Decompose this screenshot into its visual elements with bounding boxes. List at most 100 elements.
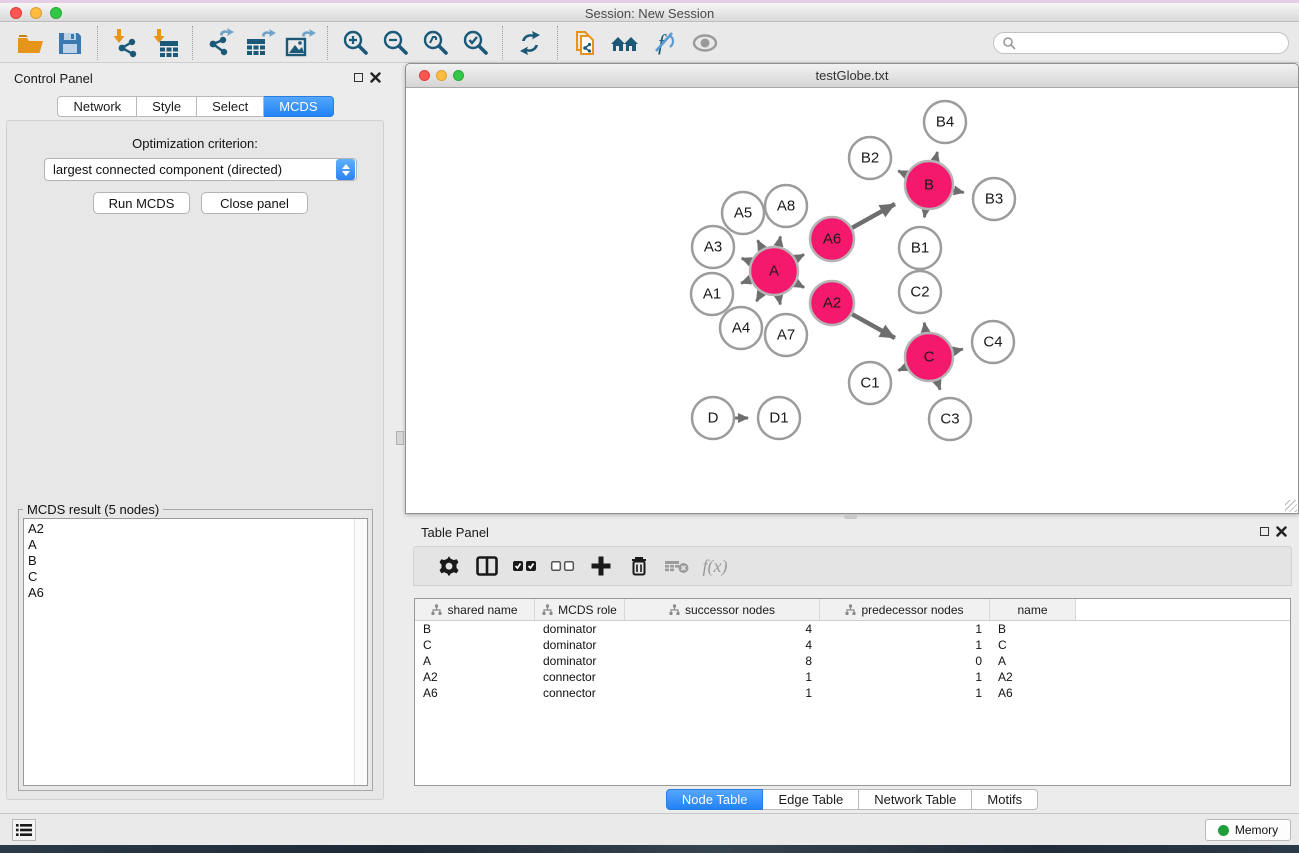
run-mcds-button[interactable]: Run MCDS xyxy=(93,192,190,214)
close-panel-icon[interactable] xyxy=(1276,526,1287,537)
graph-edge[interactable] xyxy=(757,293,762,302)
graph-edge[interactable] xyxy=(758,240,763,249)
graph-edge[interactable] xyxy=(924,210,925,218)
import-network-icon[interactable] xyxy=(105,25,145,61)
graph-node-label: C4 xyxy=(983,334,1002,351)
tab-edge-table[interactable]: Edge Table xyxy=(763,789,859,810)
mcds-result-item[interactable]: A6 xyxy=(28,585,363,601)
mcds-result-item[interactable]: A2 xyxy=(28,521,363,537)
graph-edge[interactable] xyxy=(796,255,804,259)
table-panel-title: Table Panel xyxy=(421,525,489,540)
export-image-icon[interactable] xyxy=(280,25,320,61)
export-table-icon[interactable] xyxy=(240,25,280,61)
tab-select[interactable]: Select xyxy=(197,96,264,117)
refresh-icon[interactable] xyxy=(510,25,550,61)
tab-mcds[interactable]: MCDS xyxy=(264,96,333,117)
toolbar-separator xyxy=(557,26,558,60)
network-window-title: testGlobe.txt xyxy=(406,68,1298,83)
column-header-predecessor-nodes[interactable]: predecessor nodes xyxy=(820,599,990,620)
scrollbar[interactable] xyxy=(354,519,367,785)
mcds-result-group: MCDS result (5 nodes) A2ABCA6 xyxy=(18,509,373,791)
graph-edge[interactable] xyxy=(935,152,937,161)
graph-edge[interactable] xyxy=(796,283,804,287)
graph-edge[interactable] xyxy=(741,280,751,284)
node-table[interactable]: shared nameMCDS role successor nodes prede… xyxy=(414,598,1291,786)
table-row[interactable]: Cdominator41C xyxy=(415,637,1290,653)
zoom-fit-icon[interactable] xyxy=(415,25,455,61)
graph-edge[interactable] xyxy=(937,381,940,390)
network-view-window: testGlobe.txt AA1A2A3A4A5A6A7A8BB1B2B3B4… xyxy=(405,63,1299,514)
table-cell: C xyxy=(990,637,1076,653)
control-panel: Control Panel NetworkStyleSelectMCDS Opt… xyxy=(0,63,391,813)
table-row[interactable]: Adominator80A xyxy=(415,653,1290,669)
export-network-icon[interactable] xyxy=(200,25,240,61)
graph-edge[interactable] xyxy=(953,190,963,192)
column-header-successor-nodes[interactable]: successor nodes xyxy=(625,599,820,620)
tab-network[interactable]: Network xyxy=(57,96,137,117)
graph-edge[interactable] xyxy=(779,237,781,247)
tab-node-table[interactable]: Node Table xyxy=(666,789,764,810)
network-canvas[interactable]: AA1A2A3A4A5A6A7A8BB1B2B3B4CC1C2C3C4DD1 xyxy=(408,89,1296,512)
search-input[interactable] xyxy=(1020,36,1280,50)
graph-edge[interactable] xyxy=(852,204,895,228)
mcds-result-list[interactable]: A2ABCA6 xyxy=(23,518,368,786)
import-table-icon[interactable] xyxy=(145,25,185,61)
search-box[interactable] xyxy=(993,32,1289,54)
column-header-label: successor nodes xyxy=(685,603,775,617)
graph-node-label: A8 xyxy=(777,198,795,215)
column-header-name[interactable]: name xyxy=(990,599,1076,620)
table-cell: 4 xyxy=(625,637,820,653)
horizontal-scroll-thumb[interactable] xyxy=(844,514,857,519)
graph-edge[interactable] xyxy=(924,323,925,333)
tab-motifs[interactable]: Motifs xyxy=(972,789,1038,810)
mcds-result-item[interactable]: B xyxy=(28,553,363,569)
clone-network-icon[interactable] xyxy=(565,25,605,61)
table-row[interactable]: A6connector11A6 xyxy=(415,685,1290,701)
attribute-icon xyxy=(669,604,680,615)
graph-edge[interactable] xyxy=(852,314,895,338)
column-header-MCDS-role[interactable]: MCDS role xyxy=(535,599,625,620)
graph-edge[interactable] xyxy=(779,296,781,305)
graph-edge[interactable] xyxy=(953,349,963,351)
add-column-icon[interactable] xyxy=(582,549,620,583)
zoom-out-icon[interactable] xyxy=(375,25,415,61)
select-all-icon[interactable] xyxy=(506,549,544,583)
table-row[interactable]: Bdominator41B xyxy=(415,621,1290,637)
mcds-result-item[interactable]: A xyxy=(28,537,363,553)
graph-edge[interactable] xyxy=(898,171,906,175)
zoom-selected-icon[interactable] xyxy=(455,25,495,61)
graph-edge[interactable] xyxy=(898,367,906,370)
fx-label: f(x) xyxy=(703,556,728,577)
table-cell: 1 xyxy=(625,685,820,701)
first-neighbors-icon[interactable] xyxy=(605,25,645,61)
close-panel-icon[interactable] xyxy=(370,72,381,83)
open-file-icon[interactable] xyxy=(10,25,50,61)
float-panel-icon[interactable] xyxy=(354,73,363,82)
tab-style[interactable]: Style xyxy=(137,96,197,117)
column-header-shared-name[interactable]: shared name xyxy=(415,599,535,620)
deselect-all-icon[interactable] xyxy=(544,549,582,583)
save-session-icon[interactable] xyxy=(50,25,90,61)
hide-labels-icon[interactable]: f xyxy=(645,25,685,61)
task-history-button[interactable] xyxy=(12,819,36,841)
session-title: Session: New Session xyxy=(0,6,1299,21)
table-cell: A6 xyxy=(415,685,535,701)
table-row[interactable]: A2connector11A2 xyxy=(415,669,1290,685)
split-view-icon[interactable] xyxy=(468,549,506,583)
zoom-in-icon[interactable] xyxy=(335,25,375,61)
delete-column-icon[interactable] xyxy=(620,549,658,583)
tab-network-table[interactable]: Network Table xyxy=(859,789,972,810)
close-panel-button[interactable]: Close panel xyxy=(201,192,308,214)
resize-grip[interactable] xyxy=(1285,500,1297,512)
toolbar-separator xyxy=(502,26,503,60)
show-graphics-icon[interactable] xyxy=(685,25,725,61)
network-window-titlebar[interactable]: testGlobe.txt xyxy=(406,64,1298,88)
vertical-scroll-thumb[interactable] xyxy=(396,431,404,445)
float-panel-icon[interactable] xyxy=(1260,527,1269,536)
graph-edge[interactable] xyxy=(742,258,751,262)
mcds-result-item[interactable]: C xyxy=(28,569,363,585)
graph-node-label: D1 xyxy=(769,410,788,427)
memory-button[interactable]: Memory xyxy=(1205,819,1291,841)
gear-icon[interactable] xyxy=(430,549,468,583)
criterion-select[interactable]: largest connected component (directed) xyxy=(44,158,357,181)
